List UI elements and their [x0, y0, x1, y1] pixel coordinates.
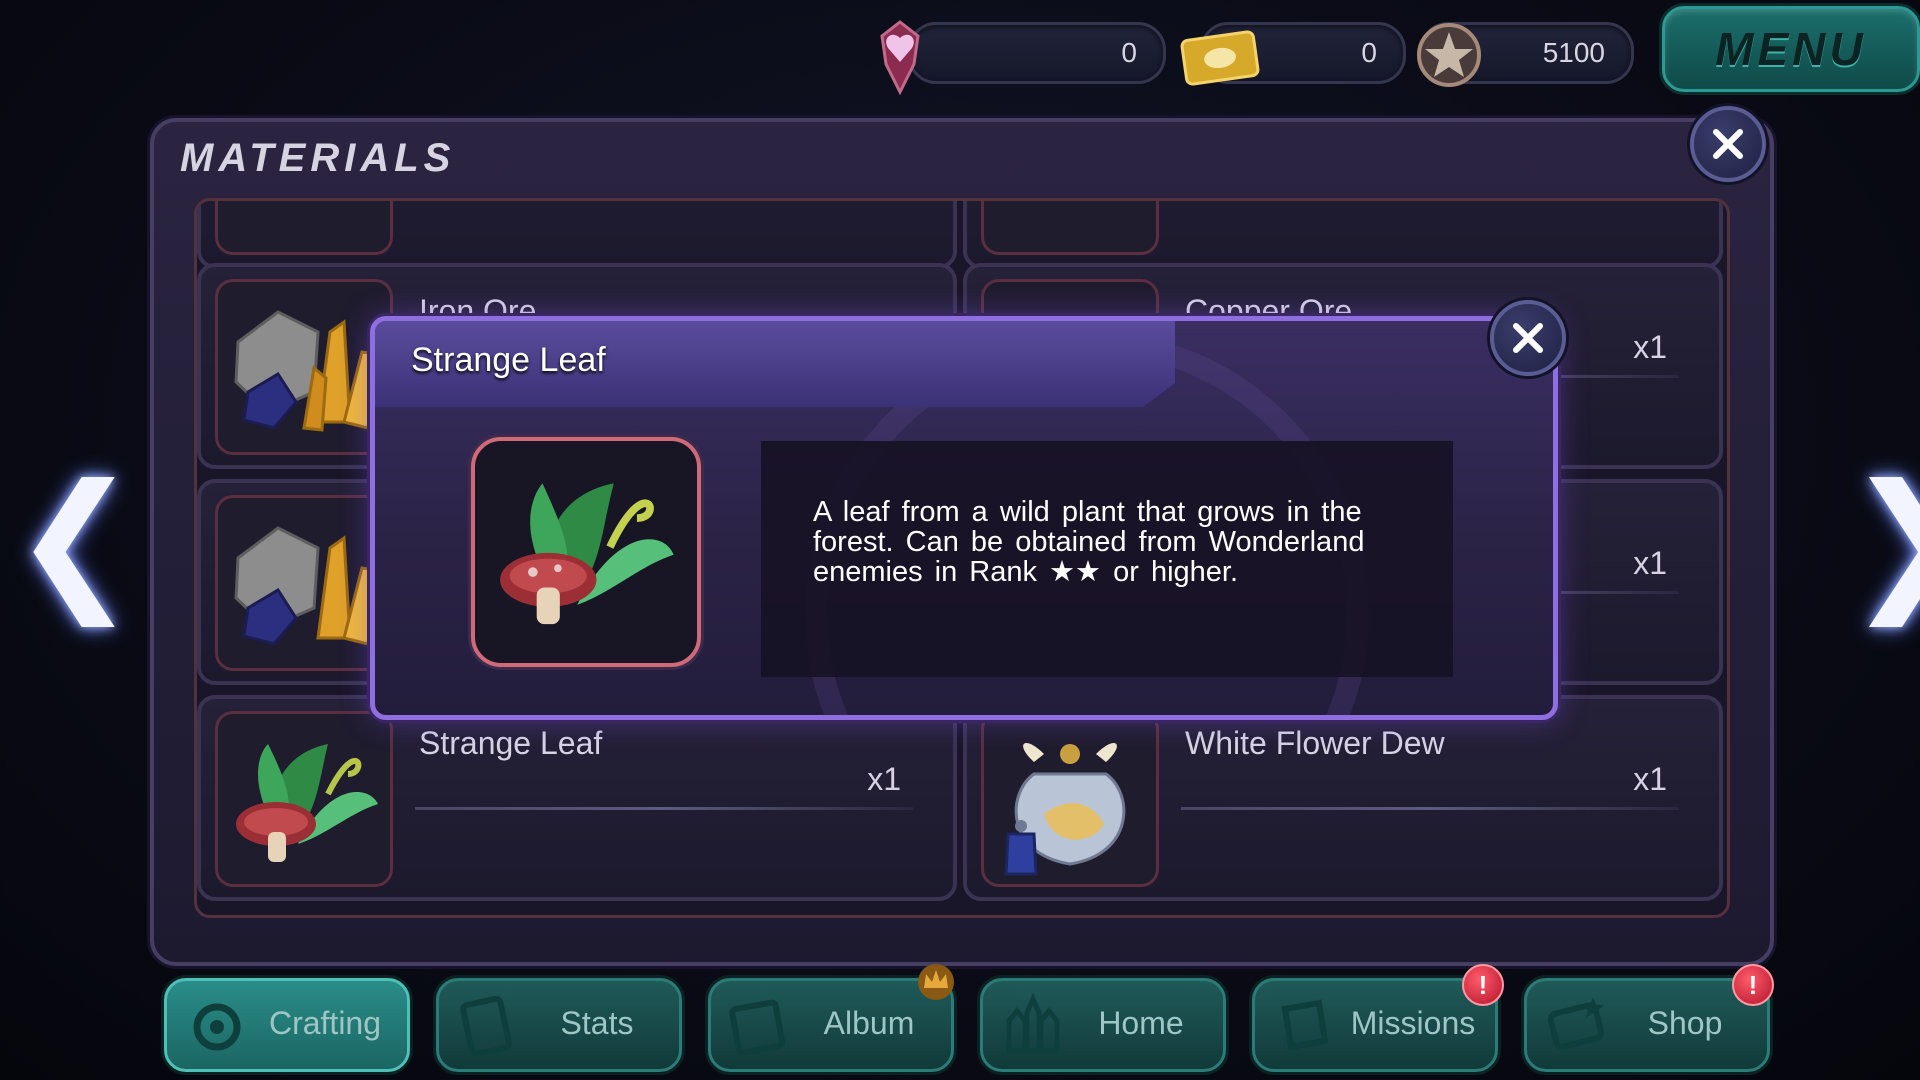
- item-quantity: x1: [1633, 545, 1667, 581]
- hearts-crest-icon: [880, 20, 920, 96]
- nav-home[interactable]: Home: [980, 978, 1226, 1072]
- popup-description-box: A leaf from a wild plant that grows in t…: [761, 441, 1453, 677]
- nav-label: Shop: [1647, 1005, 1723, 1041]
- item-name: White Flower Dew: [1185, 725, 1445, 761]
- divider: [415, 807, 913, 810]
- item-quantity: x1: [1633, 329, 1667, 365]
- nav-label: Crafting: [268, 1005, 382, 1041]
- nav-crafting[interactable]: Crafting: [164, 978, 410, 1072]
- item-thumbnail: [981, 201, 1159, 255]
- missions-scroll-icon: [1281, 999, 1329, 1051]
- currency-value: 0: [1121, 37, 1137, 68]
- nav-label: Home: [1098, 1005, 1184, 1041]
- item-quantity: x1: [867, 761, 901, 797]
- popup-close-button[interactable]: [1490, 300, 1566, 376]
- strange-leaf-icon: [236, 744, 378, 862]
- item-thumbnail: [215, 711, 393, 887]
- star-medal-icon: [1417, 23, 1481, 87]
- album-crown-icon: [918, 964, 954, 1000]
- item-thumbnail: [215, 201, 393, 255]
- divider: [1181, 807, 1679, 810]
- item-thumbnail: [981, 711, 1159, 887]
- nav-stats[interactable]: Stats: [436, 978, 682, 1072]
- castle-icon: [1006, 992, 1060, 1054]
- nav-missions[interactable]: Missions: [1252, 978, 1498, 1072]
- ore-crystal-icon: [234, 310, 378, 432]
- strange-leaf-icon: [500, 483, 674, 625]
- popup-item-image: [471, 437, 701, 667]
- next-page-arrow-icon[interactable]: ❯: [1846, 465, 1920, 615]
- list-item[interactable]: [963, 201, 1723, 269]
- panel-close-button[interactable]: [1690, 106, 1766, 182]
- panel-title: MATERIALS: [180, 136, 456, 180]
- item-thumbnail: [215, 279, 393, 455]
- flower-dew-icon: [1004, 742, 1126, 876]
- nav-label: Missions: [1350, 1005, 1476, 1041]
- currency-value: 5100: [1542, 37, 1605, 68]
- popup-description: A leaf from a wild plant that grows in t…: [813, 496, 1365, 588]
- ore-crystal-icon: [234, 526, 378, 646]
- item-detail-popup: Strange Leaf A leaf from a wild plant th…: [370, 316, 1558, 720]
- stats-card-icon: [460, 995, 512, 1057]
- prev-page-arrow-icon[interactable]: ❮: [12, 465, 138, 615]
- menu-button[interactable]: MENU: [1662, 6, 1920, 92]
- missions-alert-badge: !: [1462, 964, 1504, 1006]
- item-thumbnail: [215, 495, 393, 671]
- list-item[interactable]: [197, 201, 957, 269]
- popup-title: Strange Leaf: [411, 341, 606, 379]
- crafting-icon: [193, 1003, 241, 1051]
- nav-label: Album: [823, 1005, 915, 1041]
- list-item[interactable]: Strange Leaf x1: [197, 695, 957, 901]
- gold-ticket-icon: [1180, 30, 1260, 86]
- currency-value: 0: [1361, 37, 1377, 68]
- currency-bar-1: 0: [908, 22, 1166, 84]
- nav-label: Stats: [560, 1005, 634, 1041]
- shop-card-icon: [1547, 997, 1605, 1050]
- album-book-icon: [729, 999, 786, 1056]
- list-item[interactable]: White Flower Dew x1: [963, 695, 1723, 901]
- item-quantity: x1: [1633, 761, 1667, 797]
- item-name: Strange Leaf: [419, 725, 603, 761]
- shop-alert-badge: !: [1732, 964, 1774, 1006]
